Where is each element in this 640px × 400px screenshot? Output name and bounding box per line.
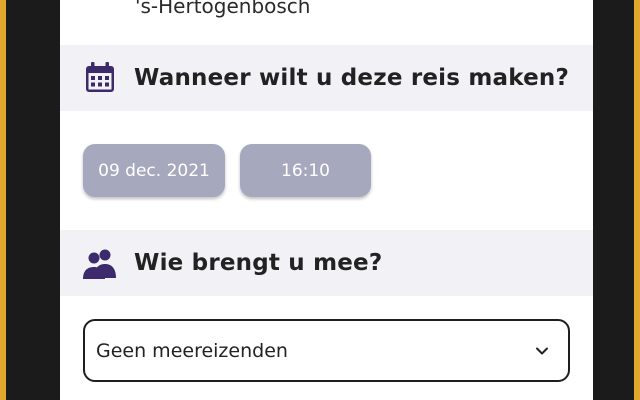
date-picker-button[interactable]: 09 dec. 2021 [83, 144, 225, 197]
when-section-header: Wanneer wilt u deze reis maken? [60, 45, 593, 111]
companions-select-value: Geen meereizenden [96, 339, 288, 362]
when-section-title: Wanneer wilt u deze reis maken? [134, 65, 570, 91]
companions-select[interactable]: Geen meereizenden [83, 319, 570, 382]
destination-text: 's-Hertogenbosch [135, 0, 311, 18]
app-screen: 's-Hertogenbosch Wanneer wilt u deze rei… [60, 0, 593, 400]
who-section-title: Wie brengt u mee? [134, 250, 383, 276]
device-frame: 's-Hertogenbosch Wanneer wilt u deze rei… [6, 0, 634, 400]
time-picker-button[interactable]: 16:10 [240, 144, 371, 197]
calendar-icon [82, 60, 118, 96]
who-section-header: Wie brengt u mee? [60, 230, 593, 296]
people-icon [82, 245, 118, 281]
chevron-down-icon [532, 341, 552, 361]
